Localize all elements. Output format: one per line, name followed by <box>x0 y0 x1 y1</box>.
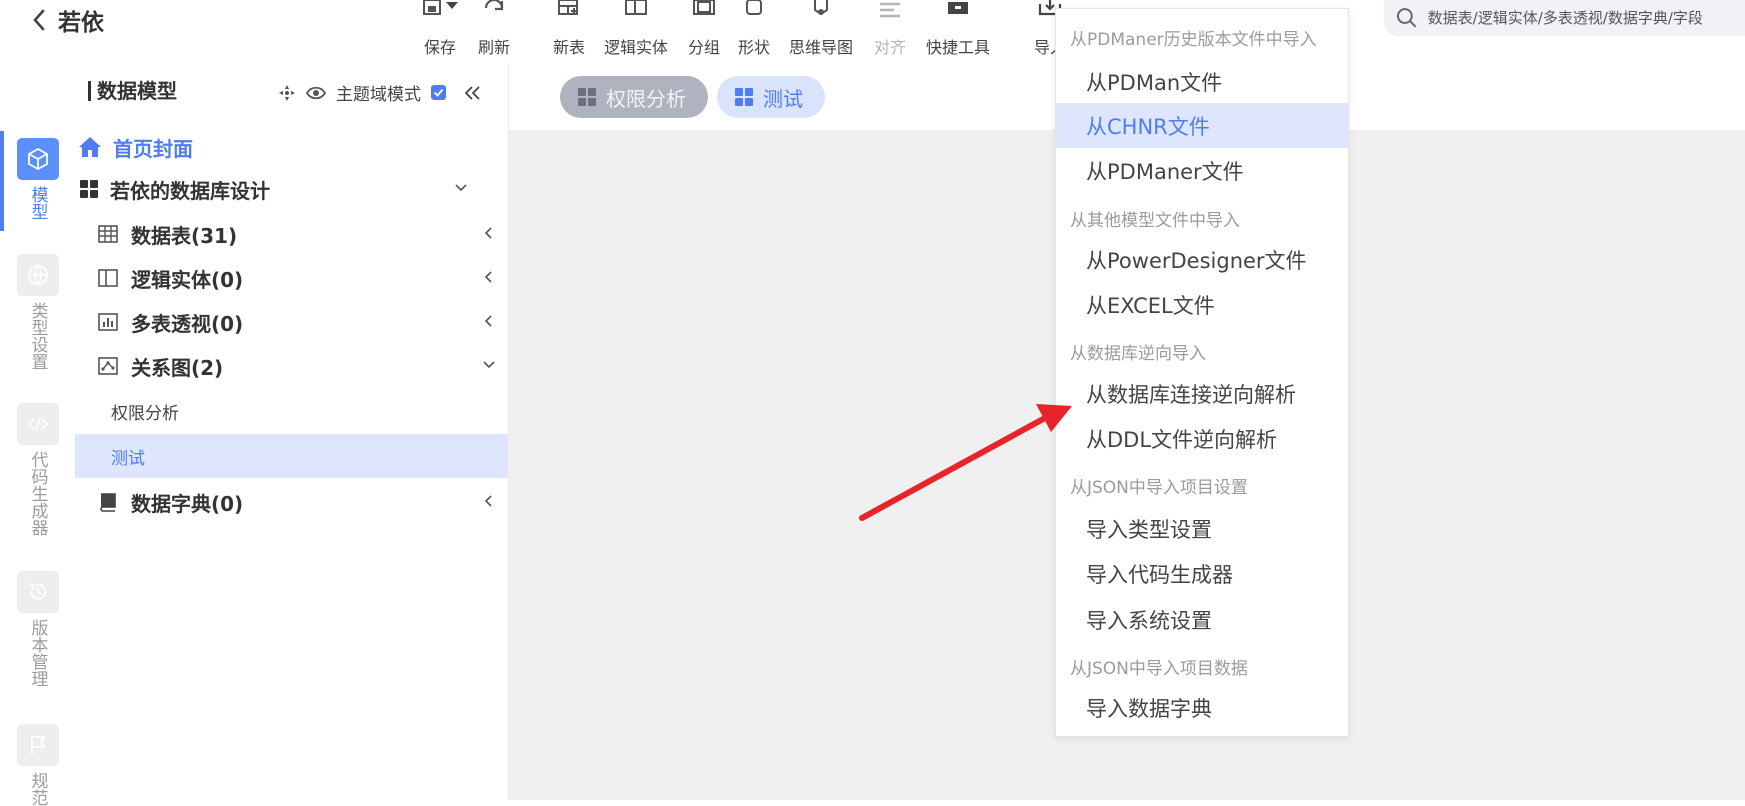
global-search <box>1384 0 1745 36</box>
menu-item-from-pdmaner[interactable]: 从PDManer文件 <box>1056 148 1348 193</box>
grid-icon <box>578 88 596 106</box>
menu-item-from-chnr[interactable]: 从CHNR文件 <box>1056 103 1348 148</box>
search-icon <box>1396 8 1417 28</box>
tree-header: 数据模型 主题域模式 <box>88 78 498 110</box>
globe-icon <box>16 254 59 296</box>
mindmap-button[interactable]: 思维导图 <box>786 0 856 60</box>
tree-node-logic-entities[interactable]: 逻辑实体(0) <box>75 256 508 300</box>
grid-icon <box>735 88 753 106</box>
top-toolbar: 若依 保存 刷新 新表 逻辑实体 分组 形状 思维导图 对齐 快捷工具 导入 <box>0 0 1745 63</box>
tree-header-tools: 主题域模式 <box>278 80 484 105</box>
logic-entity-icon <box>623 0 649 28</box>
menu-item-from-powerdesigner[interactable]: 从PowerDesigner文件 <box>1056 237 1348 282</box>
panel-title: 数据模型 <box>88 81 177 101</box>
relation-diagram-icon <box>98 357 118 375</box>
refresh-button[interactable]: 刷新 <box>474 0 514 60</box>
domain-mode-checkbox[interactable] <box>431 85 446 100</box>
import-dropdown-menu: 从PDManer历史版本文件中导入 从PDMan文件 从CHNR文件 从PDMa… <box>1055 8 1349 737</box>
tree-node-tables[interactable]: 数据表(31) <box>75 212 508 256</box>
toolbox-icon <box>944 0 972 28</box>
checkmark-icon <box>433 88 444 97</box>
rail-item-type-settings[interactable]: 类型设置 <box>0 254 75 370</box>
tree-node-diagrams[interactable]: 关系图(2) <box>75 344 508 388</box>
logic-entity-button[interactable]: 逻辑实体 <box>602 0 670 60</box>
chevron-left-icon <box>484 315 492 327</box>
chevron-left-icon <box>484 271 492 283</box>
rail-item-standards[interactable]: 规范 <box>0 724 75 806</box>
mindmap-icon <box>807 0 835 28</box>
back-button[interactable]: 若依 <box>32 4 122 36</box>
menu-item-from-pdman[interactable]: 从PDMan文件 <box>1056 59 1348 104</box>
new-table-button[interactable]: 新表 <box>549 0 589 60</box>
bar-chart-icon <box>98 313 118 331</box>
left-nav-rail: 模型 类型设置 代码生成器 版本管理 规范 <box>0 62 76 806</box>
domain-mode-label: 主题域模式 <box>336 85 421 105</box>
group-button[interactable]: 分组 <box>686 0 722 60</box>
group-icon <box>691 0 717 28</box>
chevron-down-icon <box>483 361 495 369</box>
chevron-left-icon <box>484 495 492 507</box>
align-icon <box>876 0 904 28</box>
collapse-panel-icon[interactable] <box>462 84 484 102</box>
tree-node-pivots[interactable]: 多表透视(0) <box>75 300 508 344</box>
align-button[interactable]: 对齐 <box>872 0 908 60</box>
menu-group-title: 从数据库逆向导入 <box>1070 344 1206 364</box>
shape-icon <box>742 0 766 28</box>
tree-diagram-item-selected[interactable]: 测试 <box>75 434 508 478</box>
menu-item-from-db-connection[interactable]: 从数据库连接逆向解析 <box>1056 371 1348 416</box>
save-button[interactable]: 保存 <box>418 0 462 60</box>
menu-item-import-system-settings[interactable]: 导入系统设置 <box>1056 597 1348 642</box>
menu-group-title: 从PDManer历史版本文件中导入 <box>1070 30 1317 50</box>
menu-item-import-code-generator[interactable]: 导入代码生成器 <box>1056 551 1348 596</box>
tab-permission-analysis[interactable]: 权限分析 <box>560 76 708 118</box>
tree-home-cover[interactable]: 首页封面 <box>75 125 508 169</box>
project-title: 若依 <box>58 10 104 36</box>
save-icon <box>420 0 460 28</box>
rail-item-code-generator[interactable]: 代码生成器 <box>0 403 75 536</box>
menu-item-import-data-dictionary[interactable]: 导入数据字典 <box>1056 685 1348 730</box>
tree-project-root[interactable]: 若依的数据库设计 <box>75 167 508 211</box>
flag-icon <box>16 724 59 766</box>
tree-node-dictionary[interactable]: 数据字典(0) <box>75 480 508 524</box>
rail-item-version-management[interactable]: 版本管理 <box>0 571 75 687</box>
search-input[interactable] <box>1425 8 1745 28</box>
model-tree-panel: 数据模型 主题域模式 首页封面 若依的数据库设计 数据表(31) 逻辑实体(0)… <box>75 62 509 800</box>
chevron-down-icon <box>455 184 467 192</box>
menu-item-import-type-settings[interactable]: 导入类型设置 <box>1056 506 1348 551</box>
history-icon <box>16 571 59 613</box>
menu-group-title: 从JSON中导入项目设置 <box>1070 478 1248 498</box>
tab-test[interactable]: 测试 <box>717 76 825 118</box>
home-icon <box>79 137 101 157</box>
book-icon <box>100 493 116 512</box>
rail-item-model[interactable]: 模型 <box>0 138 75 220</box>
chevron-left-icon <box>33 9 45 31</box>
model-cube-icon <box>16 138 59 180</box>
menu-group-title: 从其他模型文件中导入 <box>1070 211 1240 231</box>
table-grid-icon <box>98 225 118 243</box>
quick-tools-button[interactable]: 快捷工具 <box>924 0 992 60</box>
menu-group-title: 从JSON中导入项目数据 <box>1070 659 1248 679</box>
menu-item-from-ddl[interactable]: 从DDL文件逆向解析 <box>1056 416 1348 461</box>
chevron-left-icon <box>484 227 492 239</box>
rail-active-indicator <box>0 131 4 231</box>
menu-item-from-excel[interactable]: 从EXCEL文件 <box>1056 282 1348 327</box>
code-icon <box>16 403 59 445</box>
grid-icon <box>80 180 98 198</box>
refresh-icon <box>482 0 506 28</box>
tree-diagram-item[interactable]: 权限分析 <box>75 389 508 433</box>
new-table-icon <box>556 0 582 28</box>
shape-button[interactable]: 形状 <box>736 0 772 60</box>
logic-entity-icon <box>98 269 118 287</box>
locate-icon[interactable] <box>278 84 296 102</box>
eye-icon[interactable] <box>306 84 326 102</box>
